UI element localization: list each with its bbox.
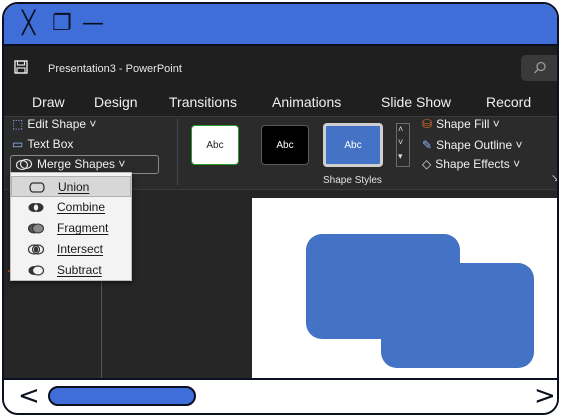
menu-item-intersect[interactable]: Intersect (11, 239, 131, 260)
subtract-icon (28, 265, 45, 276)
merge-shapes-label: Merge Shapes ˅ (37, 157, 126, 171)
shape-style-thumb-2[interactable]: Abc (261, 125, 309, 165)
shape-effects-button[interactable]: ◇ Shape Effects ˅ (422, 157, 520, 171)
app-title-bar: Presentation3 - PowerPoint (4, 46, 557, 90)
edit-shape-button[interactable]: ⬚ Edit Shape ˅ (12, 117, 96, 131)
edit-shape-icon: ⬚ (12, 117, 24, 131)
scroll-right-arrow[interactable]: > (534, 382, 556, 410)
gallery-more-icon[interactable]: ▾ (398, 151, 403, 162)
minimize-icon[interactable]: — (82, 12, 104, 36)
combine-icon (28, 203, 44, 212)
tab-slide-show[interactable]: Slide Show (381, 94, 451, 110)
pencil-icon: ✎ (422, 138, 433, 152)
shape-style-thumb-label: Abc (276, 139, 294, 151)
union-icon (29, 182, 45, 193)
chevron-down-icon[interactable]: ˅ (398, 137, 403, 147)
close-icon[interactable]: ╳ (22, 12, 35, 36)
text-box-icon: ▭ (12, 137, 24, 151)
styles-gallery-scroll[interactable]: ˄ ˅ ▾ (396, 123, 410, 167)
text-box-button[interactable]: ▭ Text Box (12, 137, 73, 151)
scroll-left-arrow[interactable]: < (18, 382, 40, 410)
save-icon[interactable] (14, 60, 28, 74)
merge-shapes-menu: Union Combine Fragment Intersect Subtrac… (10, 172, 132, 281)
effects-icon: ◇ (422, 157, 432, 171)
slide-canvas[interactable] (252, 198, 559, 384)
fragment-icon (28, 223, 44, 234)
shape-style-thumb-1[interactable]: Abc (191, 125, 239, 165)
tab-draw[interactable]: Draw (32, 94, 65, 110)
ribbon-tabs: Draw Design Transitions Animations Slide… (4, 90, 557, 116)
merge-shapes-icon (15, 158, 33, 170)
shape-style-thumb-label: Abc (206, 139, 224, 151)
shape-style-thumb-3[interactable]: Abc (323, 123, 383, 167)
text-box-label: Text Box (27, 137, 74, 151)
menu-item-label: Fragment (57, 221, 109, 235)
shape-style-thumb-label: Abc (344, 139, 362, 151)
tab-transitions[interactable]: Transitions (169, 94, 237, 110)
paint-bucket-icon: ⛁ (422, 117, 433, 131)
menu-item-fragment[interactable]: Fragment (11, 218, 131, 239)
intersect-icon (27, 244, 45, 255)
menu-item-label: Subtract (57, 263, 102, 277)
search-box[interactable] (521, 55, 557, 81)
scrollbar-thumb[interactable] (48, 386, 196, 406)
tab-record[interactable]: Record (486, 94, 531, 110)
edit-shape-label: Edit Shape ˅ (27, 117, 97, 131)
restore-icon[interactable]: ❐ (52, 12, 72, 36)
window-title: Presentation3 - PowerPoint (48, 63, 182, 75)
shape-outline-label: Shape Outline ˅ (436, 138, 523, 152)
chevron-up-icon[interactable]: ˄ (398, 124, 403, 134)
shape-fill-button[interactable]: ⛁ Shape Fill ˅ (422, 117, 500, 131)
menu-item-label: Combine (57, 200, 106, 214)
search-icon (534, 61, 546, 74)
tab-animations[interactable]: Animations (272, 94, 341, 110)
menu-item-combine[interactable]: Combine (11, 197, 131, 218)
menu-item-label: Union (58, 180, 90, 194)
menu-item-union[interactable]: Union (11, 176, 131, 197)
menu-item-subtract[interactable]: Subtract (11, 260, 131, 281)
shape-effects-label: Shape Effects ˅ (435, 157, 521, 171)
shape-fill-label: Shape Fill ˅ (436, 117, 500, 131)
horizontal-scrollbar[interactable]: < > (4, 378, 557, 413)
merged-shape[interactable] (252, 198, 559, 384)
tab-design[interactable]: Design (94, 94, 138, 110)
ribbon-divider (177, 119, 178, 185)
dialog-launcher-icon[interactable]: ↘ (551, 173, 557, 184)
menu-item-label: Intersect (57, 242, 104, 256)
window-frame: ╳ ❐ — Presentation3 - PowerPoint Draw De… (2, 2, 559, 415)
shape-styles-group-label: Shape Styles (323, 175, 382, 186)
device-top-bar: ╳ ❐ — (4, 4, 557, 46)
shape-outline-button[interactable]: ✎ Shape Outline ˅ (422, 138, 522, 152)
